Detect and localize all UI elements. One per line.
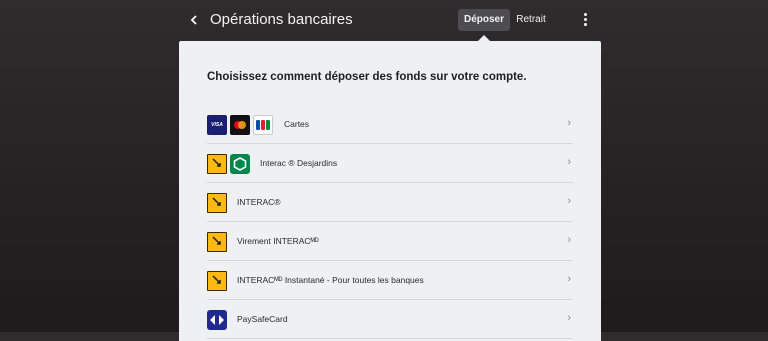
interac-icon <box>207 232 227 252</box>
desjardins-icon <box>230 154 250 174</box>
chevron-left-icon <box>190 15 197 25</box>
visa-icon: VISA <box>207 115 227 135</box>
jcb-icon <box>253 115 273 135</box>
method-icons <box>207 154 250 174</box>
chevron-right-icon: › <box>567 117 571 129</box>
payment-method-interac[interactable]: INTERAC® › <box>207 183 573 222</box>
interac-icon <box>207 154 227 174</box>
chevron-right-icon: › <box>567 234 571 246</box>
interac-icon <box>207 271 227 291</box>
method-icons <box>207 310 227 330</box>
top-bar: Opérations bancaires Déposer Retrait <box>0 0 768 42</box>
method-label: INTERAC® <box>237 197 281 207</box>
panel-heading: Choisissez comment déposer des fonds sur… <box>207 71 527 83</box>
method-icons: VISA <box>207 115 273 135</box>
more-options-button[interactable] <box>578 11 592 29</box>
paysafecard-icon <box>207 310 227 330</box>
method-icons <box>207 193 227 213</box>
method-label: Interac ® Desjardins <box>260 158 338 168</box>
method-label: Cartes <box>284 119 310 129</box>
payment-method-interac-transfer[interactable]: Virement INTERACᴹᴰ › <box>207 222 573 261</box>
chevron-right-icon: › <box>567 312 571 324</box>
more-vertical-icon <box>583 13 587 16</box>
back-button[interactable] <box>186 10 204 30</box>
method-label: INTERACᴹᴰ Instantané - Pour toutes les b… <box>237 275 424 285</box>
mastercard-icon <box>230 115 250 135</box>
chevron-right-icon: › <box>567 195 571 207</box>
interac-icon <box>207 193 227 213</box>
deposit-panel: Choisissez comment déposer des fonds sur… <box>179 41 601 341</box>
payment-method-interac-instant[interactable]: INTERACᴹᴰ Instantané - Pour toutes les b… <box>207 261 573 300</box>
chevron-right-icon: › <box>567 273 571 285</box>
payment-method-paysafecard[interactable]: PaySafeCard › <box>207 300 573 339</box>
page-title: Opérations bancaires <box>210 11 353 28</box>
payment-method-interac-desjardins[interactable]: Interac ® Desjardins › <box>207 144 573 183</box>
method-icons <box>207 232 227 252</box>
method-icons <box>207 271 227 291</box>
method-label: PaySafeCard <box>237 314 288 324</box>
payment-method-cards[interactable]: VISA Cartes › <box>207 105 573 144</box>
method-label: Virement INTERACᴹᴰ <box>237 236 319 246</box>
tab-withdraw[interactable]: Retrait <box>514 9 548 31</box>
chevron-right-icon: › <box>567 156 571 168</box>
tab-deposit[interactable]: Déposer <box>458 9 510 31</box>
